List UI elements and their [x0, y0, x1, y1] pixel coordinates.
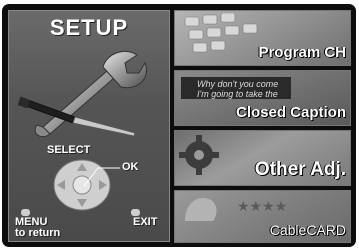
tools-illustration [17, 51, 147, 138]
menu-item-label: Closed Caption [235, 104, 346, 121]
caption-sample-line1: Why don't you come [197, 79, 279, 89]
gear-icon [179, 135, 219, 175]
menu-item-program-ch[interactable]: Program CH [174, 10, 351, 66]
menu-item-closed-caption[interactable]: Why don't you come I'm going to take the… [174, 70, 351, 126]
ok-pointer-line [83, 167, 120, 187]
setup-menu-screen: SETUP SELECT OK MENU to return EXIT Prog… [2, 4, 356, 247]
menu-item-label: Other Adj. [254, 159, 346, 180]
menu-item-cablecard[interactable]: ★★★★ CableCARD [174, 190, 351, 243]
menu-item-label: CableCARD [269, 222, 346, 238]
menu-item-label: Program CH [258, 44, 346, 61]
select-label: SELECT [47, 144, 91, 156]
menu-button-icon [21, 209, 30, 216]
menu-to-return-label: to return [15, 227, 61, 239]
exit-label: EXIT [133, 216, 158, 228]
ok-label: OK [122, 161, 139, 173]
menu-item-other-adj[interactable]: Other Adj. [174, 130, 351, 186]
setup-panel: SETUP SELECT OK MENU to return EXIT [8, 10, 170, 242]
svg-text:★★★★: ★★★★ [237, 199, 287, 215]
cablecard-icon: ★★★★ [185, 197, 287, 221]
setup-title: SETUP [49, 15, 129, 40]
exit-button-icon [131, 209, 140, 216]
caption-sample-line2: I'm going to take the [197, 89, 278, 99]
